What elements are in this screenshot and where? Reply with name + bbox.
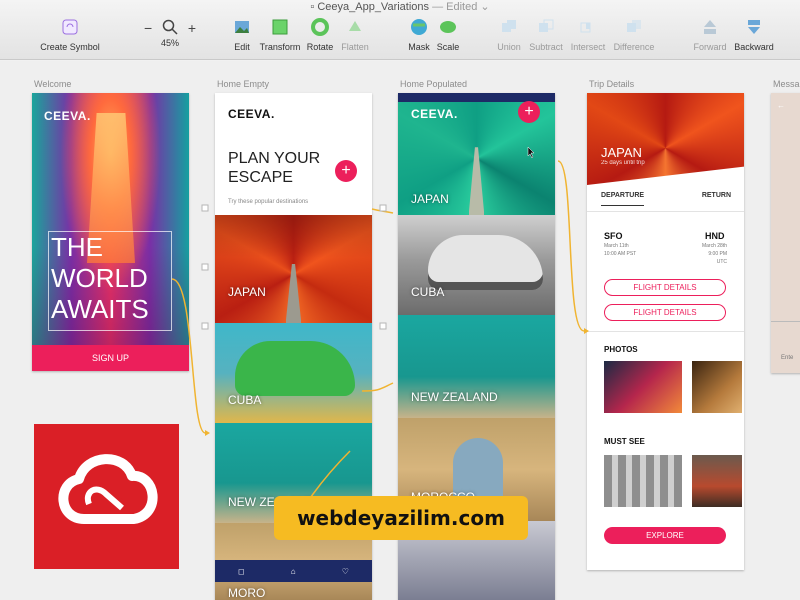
zoom-control: − + 45% — [140, 18, 200, 48]
photos-heading: PHOTOS — [604, 345, 638, 354]
plan-subtitle: Try these popular destinations — [228, 199, 309, 205]
message-input[interactable]: Ente — [781, 355, 793, 361]
flight-details-button[interactable]: FLIGHT DETAILS — [604, 279, 726, 296]
ceeva-logo: CEEVA. — [411, 107, 458, 121]
destination-card-cuba[interactable]: CUBA — [398, 215, 555, 315]
tab-bar: ◻ ⌂ ♡ — [215, 560, 372, 582]
ceeva-logo: CEEVA. — [44, 109, 91, 123]
must-see-heading: MUST SEE — [604, 437, 645, 446]
document-name: Ceeya_App_Variations — [317, 1, 430, 13]
destination-details: March 28th 9:00 PM UTC — [697, 242, 727, 266]
destination-label: JAPAN — [411, 192, 449, 206]
artboard-trip-details[interactable]: JAPAN 25 days until trip DEPARTURE RETUR… — [587, 93, 744, 570]
flatten-label: Flatten — [341, 42, 369, 52]
symbol-icon — [40, 16, 100, 38]
photo-thumbnail-1[interactable] — [604, 361, 682, 413]
destination-card-cuba[interactable]: CUBA — [215, 323, 372, 423]
destination-label: CUBA — [228, 393, 262, 407]
trip-subtitle: 25 days until trip — [601, 160, 645, 166]
scale-icon — [418, 16, 478, 38]
car-graphic — [235, 341, 355, 396]
back-arrow-icon[interactable]: ← — [777, 101, 785, 110]
edit-label: Edit — [234, 42, 250, 52]
shrine-path — [285, 263, 302, 323]
shrine-path — [468, 147, 485, 215]
plan-title: PLAN YOUR ESCAPE — [228, 149, 320, 187]
destination-card-new-zealand[interactable]: NEW ZEALAND — [398, 315, 555, 418]
tab-departure[interactable]: DEPARTURE — [601, 192, 645, 206]
destination-label: MORO — [228, 586, 266, 600]
artboard-welcome[interactable]: CEEVA. THE WORLD AWAITS SIGN UP — [32, 93, 189, 371]
photo-thumbnail-2[interactable] — [692, 361, 742, 413]
flatten-icon — [325, 16, 385, 38]
trip-title: JAPAN — [601, 145, 642, 160]
destination-time: 9:00 PM UTC — [708, 251, 727, 265]
ceeva-logo: CEEVA. — [228, 107, 275, 121]
divider — [587, 211, 744, 212]
artboard-partial[interactable]: ← Ente — [771, 93, 800, 373]
plan-title-line-1: PLAN YOUR — [228, 150, 321, 167]
must-see-thumbnail-2[interactable] — [692, 455, 742, 507]
flatten-button[interactable]: Flatten — [325, 16, 385, 52]
artboard-label-home-empty[interactable]: Home Empty — [217, 79, 269, 89]
camera-icon[interactable]: ◻ — [238, 567, 245, 576]
create-symbol-button[interactable]: Create Symbol — [40, 16, 100, 52]
add-button[interactable]: + — [518, 101, 540, 123]
headline-line-2: WORLD — [51, 263, 148, 293]
backward-label: Backward — [734, 42, 774, 52]
car-graphic — [428, 235, 543, 290]
destination-label: CUBA — [411, 285, 445, 299]
forward-label: Forward — [693, 42, 727, 52]
window-title: ▫ Ceeya_App_Variations — Edited ⌄ — [310, 1, 490, 13]
heart-icon[interactable]: ♡ — [342, 567, 349, 576]
intersect-label: Intersect — [570, 42, 606, 52]
destination-label: NEW ZEALAND — [411, 390, 498, 404]
document-status: Edited — [446, 1, 478, 13]
destination-card-japan[interactable]: JAPAN — [215, 215, 372, 323]
must-see-thumbnail-1[interactable] — [604, 455, 682, 507]
scale-label: Scale — [436, 42, 460, 52]
headline-line-3: AWAITS — [51, 294, 149, 324]
zoom-out-button[interactable]: − — [144, 20, 152, 36]
artboard-label-home-populated[interactable]: Home Populated — [400, 79, 467, 89]
trip-tabs: DEPARTURE RETURN — [601, 192, 731, 206]
origin-time: 10:00 AM PST — [604, 251, 637, 257]
trip-hero: JAPAN 25 days until trip — [587, 93, 744, 185]
origin-date: March 11th — [604, 243, 629, 249]
welcome-headline: THE WORLD AWAITS — [48, 231, 172, 331]
artboard-label-trip-details[interactable]: Trip Details — [589, 79, 634, 89]
difference-icon — [604, 16, 664, 38]
watermark-banner: webdeyazilim.com — [274, 496, 528, 540]
origin-details: March 11th 10:00 AM PST — [604, 242, 636, 258]
magnifier-icon[interactable] — [162, 19, 178, 38]
creative-cloud-logo — [34, 424, 179, 569]
artboard-label-welcome[interactable]: Welcome — [34, 79, 71, 89]
zoom-level: 45% — [160, 38, 179, 48]
headline-line-1: THE — [51, 232, 103, 262]
difference-label: Difference — [613, 42, 655, 52]
home-icon[interactable]: ⌂ — [291, 567, 296, 576]
origin-airport: SFO — [604, 231, 623, 241]
backward-icon — [724, 16, 784, 38]
explore-button[interactable]: EXPLORE — [604, 527, 726, 544]
toolbar: ▫ Ceeya_App_Variations — Edited ⌄ Create… — [0, 0, 800, 60]
destination-label: JAPAN — [228, 285, 266, 299]
destination-airport: HND — [705, 231, 725, 241]
tab-return[interactable]: RETURN — [702, 192, 731, 206]
divider — [587, 331, 744, 332]
add-button[interactable]: + — [335, 160, 357, 182]
zoom-in-button[interactable]: + — [188, 20, 196, 36]
sign-up-button[interactable]: SIGN UP — [32, 345, 189, 371]
destination-date: March 28th — [701, 243, 727, 249]
backward-button[interactable]: Backward — [724, 16, 784, 52]
difference-button[interactable]: Difference — [604, 16, 664, 52]
artboard-label-partial[interactable]: Messa — [773, 79, 800, 89]
plan-title-line-2: ESCAPE — [228, 169, 293, 186]
flight-details-button-return[interactable]: FLIGHT DETAILS — [604, 304, 726, 321]
create-symbol-label: Create Symbol — [40, 42, 100, 52]
divider — [771, 321, 800, 322]
scale-button[interactable]: Scale — [418, 16, 478, 52]
